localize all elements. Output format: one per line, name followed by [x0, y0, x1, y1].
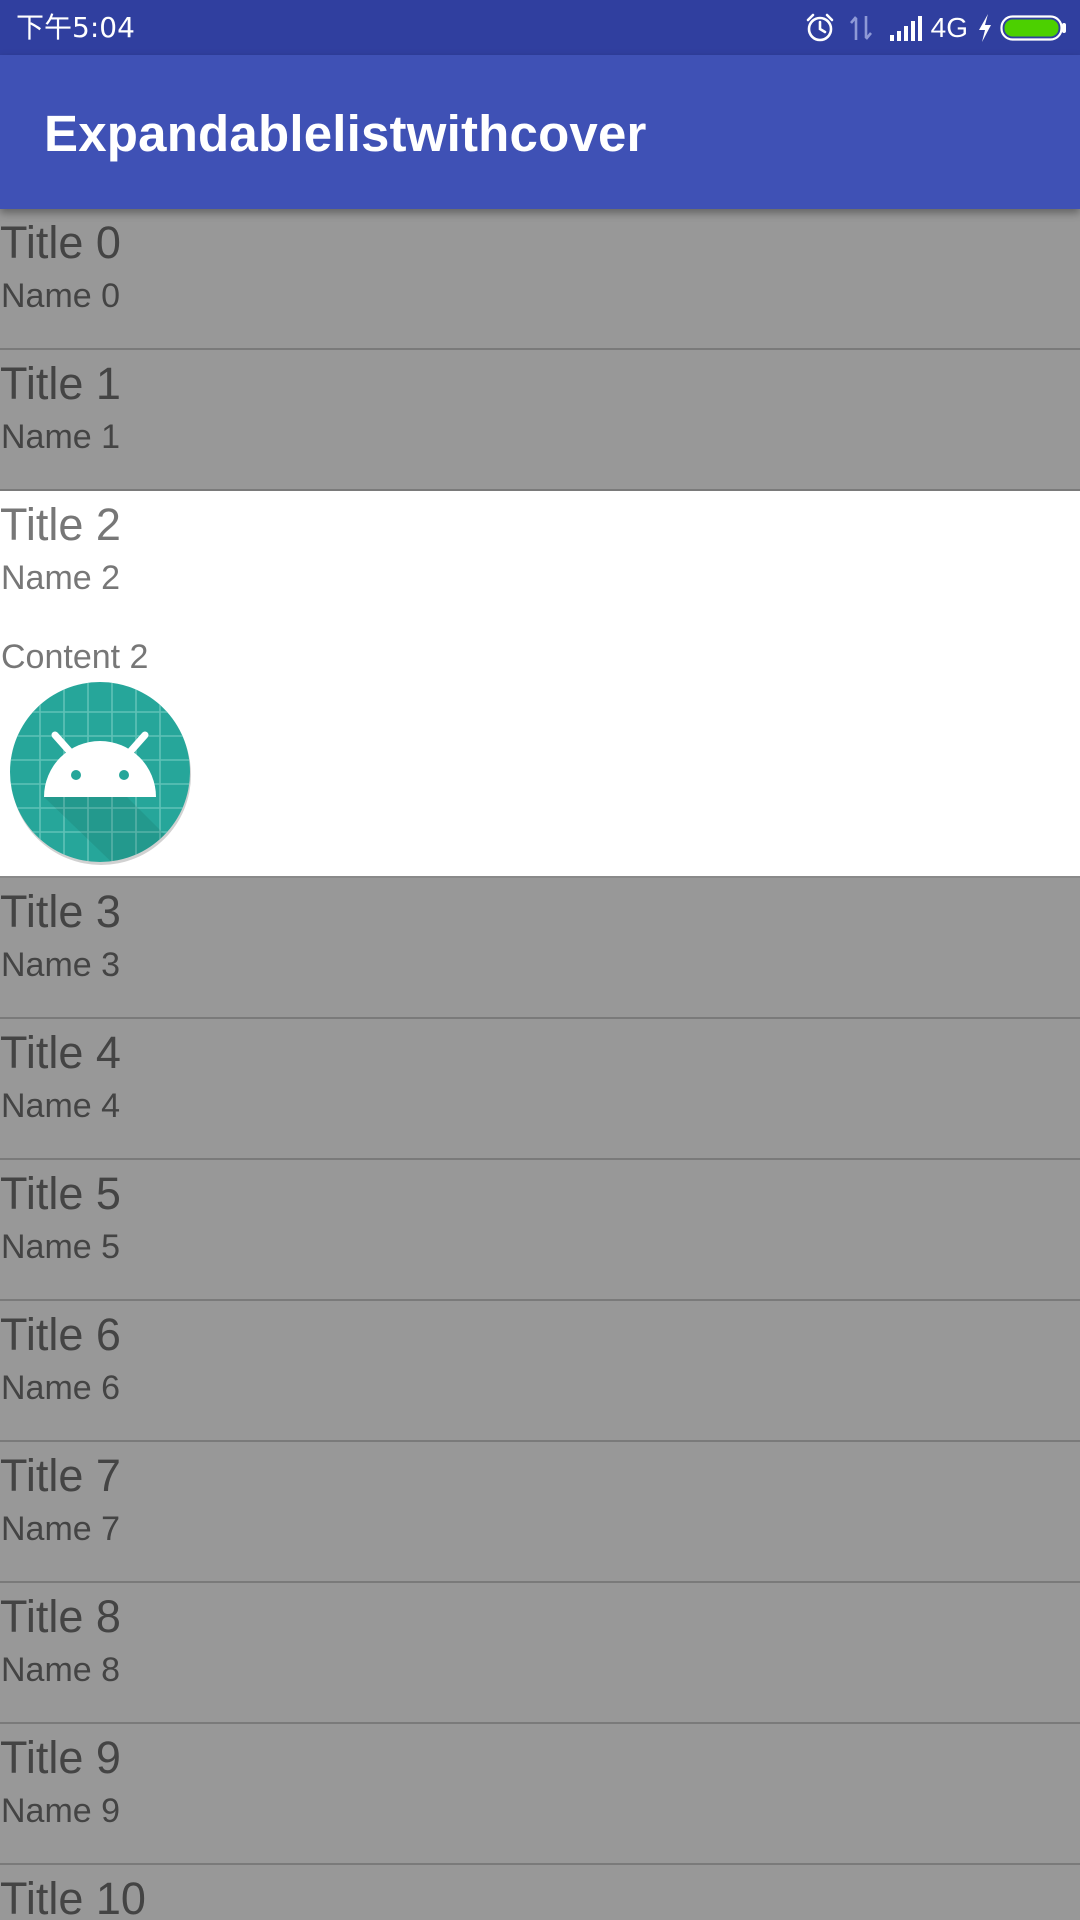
list-group-5[interactable]: Title 5 Name 5 — [0, 1160, 1080, 1301]
status-bar: 下午5:04 4G — [0, 0, 1080, 55]
charging-icon — [976, 12, 994, 44]
group-title: Title 10 — [0, 1873, 146, 1920]
group-title: Title 6 — [0, 1309, 121, 1360]
app-title: Expandablelistwithcover — [44, 105, 647, 162]
data-arrows-icon — [847, 12, 875, 44]
battery-icon — [1000, 13, 1068, 43]
group-name: Name 0 — [1, 277, 121, 315]
status-icons: 4G — [803, 8, 1068, 48]
status-time: 下午5:04 — [16, 11, 135, 44]
list-group-6[interactable]: Title 6 Name 6 — [0, 1301, 1080, 1442]
group-name: Name 8 — [1, 1651, 121, 1689]
group-title: Title 8 — [0, 1591, 121, 1642]
group-title: Title 9 — [0, 1732, 121, 1783]
group-name: Name 1 — [1, 418, 121, 456]
child-content: Content 2 — [1, 638, 149, 676]
group-name: Name 4 — [1, 1087, 121, 1125]
alarm-icon — [803, 11, 837, 45]
list-group-0[interactable]: Title 0 Name 0 — [0, 209, 1080, 350]
network-type: 4G — [930, 12, 968, 43]
group-title: Title 5 — [0, 1168, 121, 1219]
signal-icon — [889, 13, 925, 43]
android-launcher-icon — [7, 682, 193, 868]
app-bar: Expandablelistwithcover — [0, 55, 1080, 209]
list-group-7[interactable]: Title 7 Name 7 — [0, 1442, 1080, 1583]
group-title: Title 2 — [0, 499, 121, 550]
group-name: Name 2 — [1, 559, 121, 597]
expandable-list[interactable]: Title 0 Name 0 Title 1 Name 1 Title 2 Na… — [0, 209, 1080, 1920]
group-name: Name 3 — [1, 946, 121, 984]
group-title: Title 4 — [0, 1027, 121, 1078]
list-group-8[interactable]: Title 8 Name 8 — [0, 1583, 1080, 1724]
group-name: Name 9 — [1, 1792, 121, 1830]
list-group-9[interactable]: Title 9 Name 9 — [0, 1724, 1080, 1865]
group-title: Title 7 — [0, 1450, 121, 1501]
list-group-2[interactable]: Title 2 Name 2 Content 2 — [0, 491, 1080, 878]
group-name: Name 6 — [1, 1369, 121, 1407]
list-group-4[interactable]: Title 4 Name 4 — [0, 1019, 1080, 1160]
group-name: Name 5 — [1, 1228, 121, 1266]
group-name: Name 7 — [1, 1510, 121, 1548]
list-group-1[interactable]: Title 1 Name 1 — [0, 350, 1080, 491]
group-title: Title 0 — [0, 217, 121, 268]
list-group-10[interactable]: Title 10 — [0, 1865, 1080, 1920]
group-title: Title 3 — [0, 886, 121, 937]
list-group-3[interactable]: Title 3 Name 3 — [0, 878, 1080, 1019]
group-title: Title 1 — [0, 358, 121, 409]
